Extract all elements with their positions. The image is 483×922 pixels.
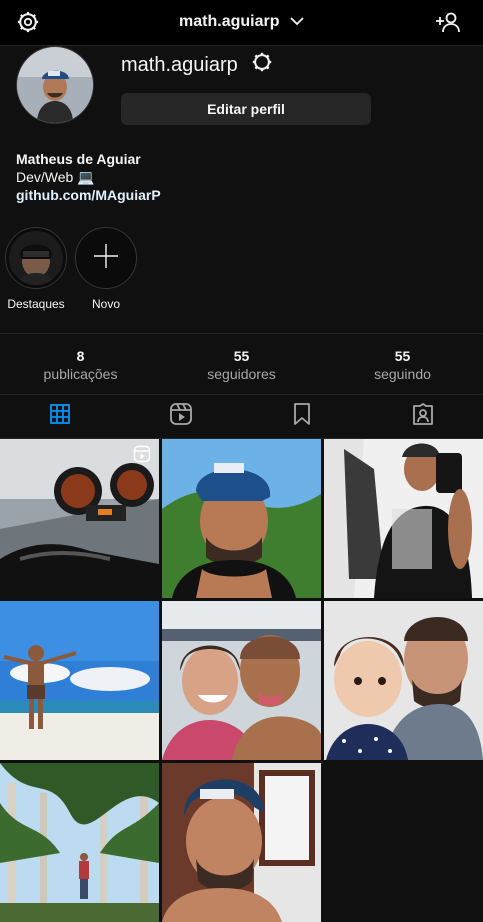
reel-indicator-icon <box>133 445 151 463</box>
account-switcher[interactable]: math.aguiarp <box>0 13 483 31</box>
post-thumbnail[interactable] <box>0 763 159 922</box>
post-thumbnail[interactable] <box>162 763 321 922</box>
stat-followers[interactable]: 55 seguidores <box>161 334 322 394</box>
grid-icon <box>49 403 71 430</box>
options-gear-icon[interactable] <box>251 51 273 78</box>
post-thumbnail[interactable] <box>324 601 483 760</box>
highlight-new[interactable]: Novo <box>75 227 137 311</box>
reels-icon <box>169 402 193 431</box>
tab-posts-grid[interactable] <box>0 394 121 438</box>
highlight-destaques[interactable]: Destaques <box>5 227 67 311</box>
tab-saved[interactable] <box>242 394 363 438</box>
highlight-label: Destaques <box>7 297 65 311</box>
top-bar: math.aguiarp <box>0 0 483 46</box>
tab-tagged[interactable] <box>362 394 483 438</box>
edit-profile-button[interactable]: Editar perfil <box>121 93 371 125</box>
post-thumbnail[interactable] <box>162 439 321 598</box>
post-thumbnail[interactable] <box>0 439 159 598</box>
stat-value: 8 <box>76 348 85 364</box>
tagged-user-icon <box>411 402 435 431</box>
new-highlight-ring <box>75 227 137 289</box>
account-username: math.aguiarp <box>179 13 280 31</box>
post-thumbnail[interactable] <box>0 601 159 760</box>
plus-icon <box>93 243 119 274</box>
avatar[interactable] <box>16 46 94 124</box>
profile-username: math.aguiarp <box>121 54 238 76</box>
stat-value: 55 <box>233 348 250 364</box>
content-tabs <box>0 394 483 439</box>
full-name: Matheus de Aguiar <box>16 151 141 167</box>
add-user-icon[interactable] <box>435 11 461 38</box>
bio-link[interactable]: github.com/MAguiarP <box>16 186 161 204</box>
highlight-cover <box>5 227 67 289</box>
stats-bar: 8 publicações 55 seguidores 55 seguindo <box>0 333 483 395</box>
stat-posts[interactable]: 8 publicações <box>0 334 161 394</box>
stat-following[interactable]: 55 seguindo <box>322 334 483 394</box>
stat-value: 55 <box>394 348 411 364</box>
posts-grid <box>0 439 483 922</box>
bio-section: Matheus de Aguiar Dev/Web 💻 github.com/M… <box>16 150 161 204</box>
stat-label: publicações <box>43 366 118 382</box>
bookmark-icon <box>292 402 312 431</box>
post-thumbnail[interactable] <box>162 601 321 760</box>
chevron-down-icon <box>290 13 304 31</box>
highlight-label: Novo <box>91 297 120 311</box>
stat-label: seguindo <box>374 366 431 382</box>
post-thumbnail[interactable] <box>324 439 483 598</box>
bio-text: Dev/Web 💻 <box>16 169 95 185</box>
tab-reels[interactable] <box>121 394 242 438</box>
stat-label: seguidores <box>207 366 276 382</box>
